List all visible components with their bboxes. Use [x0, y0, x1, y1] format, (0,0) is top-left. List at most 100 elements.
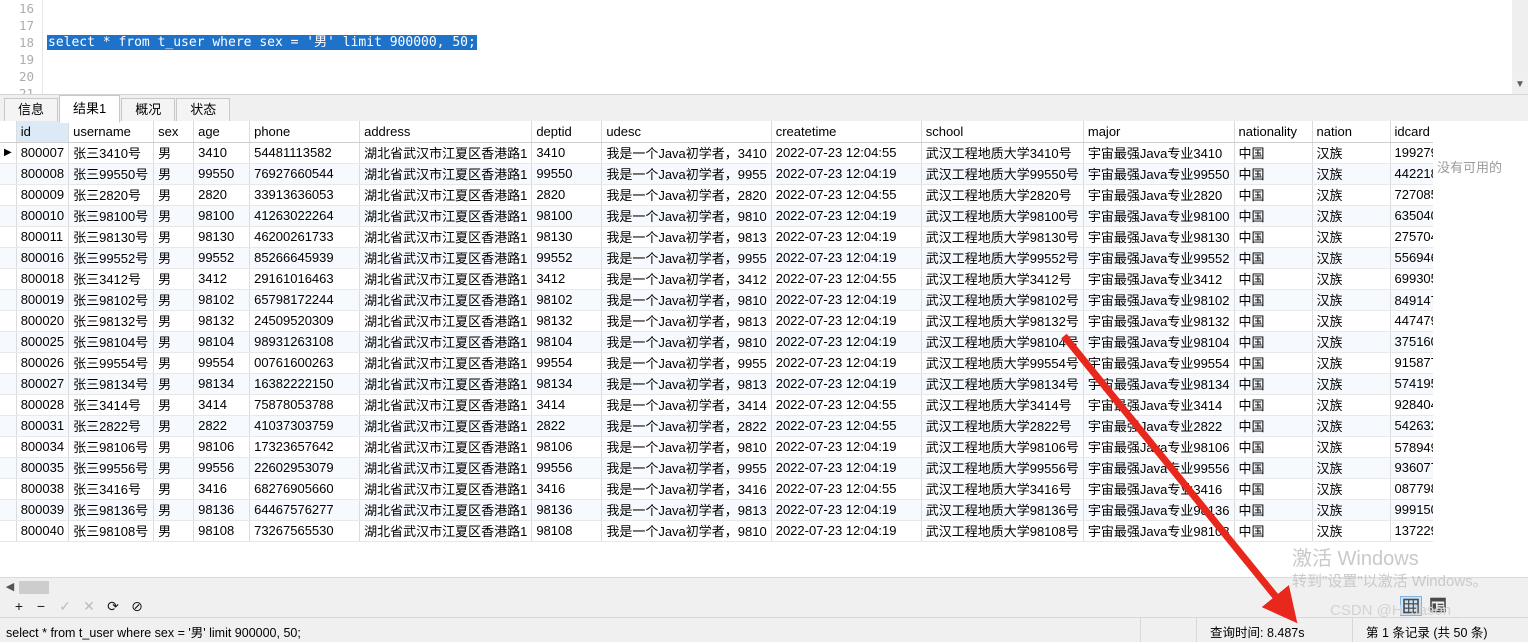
cell-id[interactable]: 800026 [16, 352, 70, 374]
cell-nationality[interactable]: 中国 [1234, 478, 1313, 500]
cell-udesc[interactable]: 我是一个Java初学者，9810 [601, 205, 772, 227]
table-row[interactable]: 800020 张三98132号男 98132 24509520309 湖北省武汉市江夏区… [0, 310, 1493, 332]
cell-id[interactable]: 800028 [16, 394, 70, 416]
cell-username[interactable]: 张三2822号 [68, 415, 155, 437]
tab-result1[interactable]: 结果1 [59, 95, 121, 123]
column-header-school[interactable]: school [921, 121, 1084, 143]
cell-nation[interactable]: 汉族 [1312, 268, 1391, 290]
cell-age[interactable]: 3416 [193, 478, 251, 500]
cell-address[interactable]: 湖北省武汉市江夏区香港路1 [359, 436, 533, 458]
cell-udesc[interactable]: 我是一个Java初学者，9813 [601, 373, 772, 395]
cell-phone[interactable]: 41037303759 [249, 415, 361, 437]
cell-createtime[interactable]: 2022-07-23 12:04:55 [771, 478, 922, 500]
cell-age[interactable]: 98104 [193, 331, 251, 353]
table-row[interactable]: 800011 张三98130号男 98130 46200261733 湖北省武汉市江夏区… [0, 226, 1493, 248]
cell-age[interactable]: 2820 [193, 184, 251, 206]
cell-school[interactable]: 武汉工程地质大学98134号 [921, 373, 1084, 395]
column-header-sex[interactable]: sex [153, 121, 195, 143]
row-marker-cell[interactable] [0, 352, 17, 374]
cell-udesc[interactable]: 我是一个Java初学者，2822 [601, 415, 772, 437]
delete-record-button[interactable]: − [32, 597, 50, 615]
cell-username[interactable]: 张三98136号 [68, 499, 155, 521]
cell-school[interactable]: 武汉工程地质大学2822号 [921, 415, 1084, 437]
cell-nationality[interactable]: 中国 [1234, 184, 1313, 206]
cell-nation[interactable]: 汉族 [1312, 373, 1391, 395]
table-row[interactable]: 800027 张三98134号男 98134 16382222150 湖北省武汉市江夏区… [0, 373, 1493, 395]
cell-sex[interactable]: 男 [153, 457, 195, 479]
cell-id[interactable]: 800031 [16, 415, 70, 437]
column-header-major[interactable]: major [1083, 121, 1235, 143]
cell-createtime[interactable]: 2022-07-23 12:04:19 [771, 373, 922, 395]
cell-age[interactable]: 98136 [193, 499, 251, 521]
cell-id[interactable]: 800011 [16, 226, 70, 248]
cell-username[interactable]: 张三3412号 [68, 268, 155, 290]
cell-nationality[interactable]: 中国 [1234, 247, 1313, 269]
cell-phone[interactable]: 24509520309 [249, 310, 361, 332]
cell-id[interactable]: 800007 [16, 142, 70, 164]
cell-phone[interactable]: 22602953079 [249, 457, 361, 479]
cell-school[interactable]: 武汉工程地质大学99550号 [921, 163, 1084, 185]
cell-school[interactable]: 武汉工程地质大学99556号 [921, 457, 1084, 479]
cell-id[interactable]: 800010 [16, 205, 70, 227]
cell-username[interactable]: 张三99556号 [68, 457, 155, 479]
cell-address[interactable]: 湖北省武汉市江夏区香港路1 [359, 331, 533, 353]
cell-school[interactable]: 武汉工程地质大学98104号 [921, 331, 1084, 353]
cell-createtime[interactable]: 2022-07-23 12:04:19 [771, 289, 922, 311]
cell-address[interactable]: 湖北省武汉市江夏区香港路1 [359, 520, 533, 542]
table-row[interactable]: 800039 张三98136号男 98136 64467576277 湖北省武汉市江夏区… [0, 499, 1493, 521]
cell-username[interactable]: 张三99552号 [68, 247, 155, 269]
cell-username[interactable]: 张三98104号 [68, 331, 155, 353]
cell-age[interactable]: 3410 [193, 142, 251, 164]
cell-nationality[interactable]: 中国 [1234, 142, 1313, 164]
row-marker-cell[interactable] [0, 289, 17, 311]
grid-horizontal-scrollbar[interactable]: ◀ [0, 577, 1528, 596]
table-row[interactable]: 800008 张三99550号男 99550 76927660544 湖北省武汉市江夏区… [0, 163, 1493, 185]
cell-deptid[interactable]: 98130 [531, 226, 603, 248]
cell-udesc[interactable]: 我是一个Java初学者，9955 [601, 247, 772, 269]
cell-deptid[interactable]: 99550 [531, 163, 603, 185]
cell-id[interactable]: 800027 [16, 373, 70, 395]
cell-createtime[interactable]: 2022-07-23 12:04:19 [771, 310, 922, 332]
cell-phone[interactable]: 73267565530 [249, 520, 361, 542]
row-marker-cell[interactable] [0, 499, 17, 521]
cell-createtime[interactable]: 2022-07-23 12:04:55 [771, 142, 922, 164]
cell-phone[interactable]: 29161016463 [249, 268, 361, 290]
cell-address[interactable]: 湖北省武汉市江夏区香港路1 [359, 184, 533, 206]
cell-age[interactable]: 2822 [193, 415, 251, 437]
cell-udesc[interactable]: 我是一个Java初学者，9955 [601, 457, 772, 479]
cell-udesc[interactable]: 我是一个Java初学者，3410 [601, 142, 772, 164]
cell-age[interactable]: 98108 [193, 520, 251, 542]
cell-major[interactable]: 宇宙最强Java专业99550 [1083, 163, 1235, 185]
cell-nationality[interactable]: 中国 [1234, 331, 1313, 353]
cell-sex[interactable]: 男 [153, 415, 195, 437]
cell-deptid[interactable]: 99556 [531, 457, 603, 479]
column-header-udesc[interactable]: udesc [601, 121, 772, 143]
row-marker-cell[interactable] [0, 163, 17, 185]
stop-button[interactable]: ⊘ [128, 597, 146, 615]
grid-view-icon[interactable] [1400, 596, 1423, 616]
cell-nationality[interactable]: 中国 [1234, 205, 1313, 227]
cell-sex[interactable]: 男 [153, 436, 195, 458]
cell-age[interactable]: 98132 [193, 310, 251, 332]
cell-nationality[interactable]: 中国 [1234, 436, 1313, 458]
cell-phone[interactable]: 54481113582 [249, 142, 361, 164]
cell-phone[interactable]: 75878053788 [249, 394, 361, 416]
column-header-nation[interactable]: nation [1312, 121, 1391, 143]
cell-major[interactable]: 宇宙最强Java专业98102 [1083, 289, 1235, 311]
cell-nationality[interactable]: 中国 [1234, 352, 1313, 374]
cell-age[interactable]: 99556 [193, 457, 251, 479]
row-marker-cell[interactable] [0, 394, 17, 416]
cell-sex[interactable]: 男 [153, 163, 195, 185]
cell-sex[interactable]: 男 [153, 373, 195, 395]
cell-udesc[interactable]: 我是一个Java初学者，9955 [601, 163, 772, 185]
cell-nation[interactable]: 汉族 [1312, 436, 1391, 458]
cell-address[interactable]: 湖北省武汉市江夏区香港路1 [359, 226, 533, 248]
cell-deptid[interactable]: 98106 [531, 436, 603, 458]
column-header-username[interactable]: username [68, 121, 155, 143]
cell-id[interactable]: 800035 [16, 457, 70, 479]
refresh-button[interactable]: ⟳ [104, 597, 122, 615]
add-record-button[interactable]: + [10, 597, 28, 615]
cell-school[interactable]: 武汉工程地质大学98136号 [921, 499, 1084, 521]
column-header-id[interactable]: id [16, 121, 70, 143]
cell-createtime[interactable]: 2022-07-23 12:04:19 [771, 163, 922, 185]
